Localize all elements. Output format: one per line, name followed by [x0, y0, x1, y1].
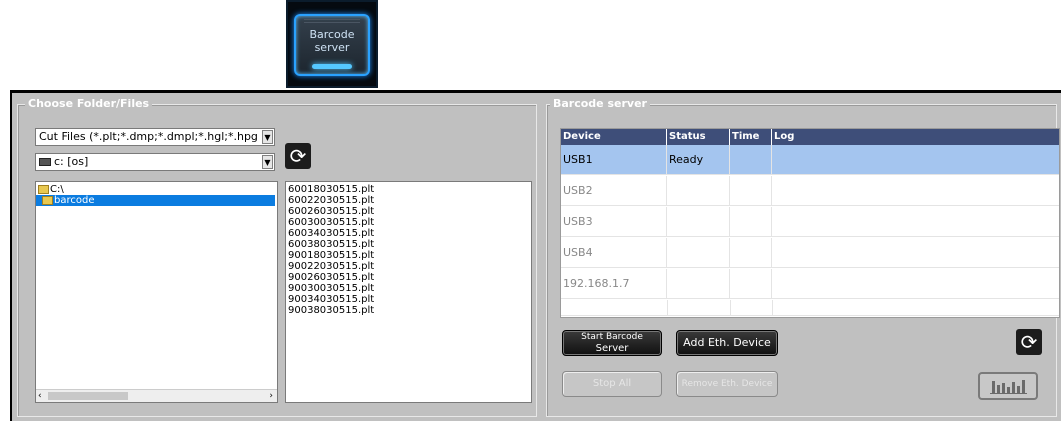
time-cell: [730, 238, 772, 268]
file-item[interactable]: 60018030515.plt: [286, 184, 374, 195]
badge-stripe: [304, 22, 360, 23]
add-eth-device-button[interactable]: Add Eth. Device: [676, 330, 778, 356]
file-item[interactable]: 60022030515.plt: [286, 195, 374, 206]
bar-levels-bar: [997, 385, 1000, 393]
badge-label-line2: server: [314, 41, 350, 54]
file-item[interactable]: 90026030515.plt: [286, 272, 374, 283]
choose-folder-title: Choose Folder/Files: [25, 98, 153, 110]
column-divider: [667, 300, 668, 316]
table-row[interactable]: USB2: [561, 176, 1059, 206]
folder-tree[interactable]: C:\ barcode ‹ ›: [35, 181, 278, 403]
scroll-left-icon[interactable]: ‹: [38, 390, 42, 403]
file-item[interactable]: 60034030515.plt: [286, 228, 374, 239]
stop-all-label: Stop All: [592, 378, 632, 389]
column-divider: [772, 300, 773, 316]
device-cell: USB4: [561, 238, 667, 268]
tree-item-selected[interactable]: barcode: [36, 195, 275, 206]
time-cell: [730, 145, 772, 175]
bar-levels-bar: [1017, 386, 1020, 393]
file-list[interactable]: 60018030515.plt 60022030515.plt 60026030…: [285, 181, 532, 403]
column-header-log[interactable]: Log: [772, 129, 1059, 145]
file-item[interactable]: 90034030515.plt: [286, 294, 374, 305]
badge-label-line1: Barcode: [309, 28, 355, 41]
log-cell: [772, 207, 1059, 237]
column-header-device[interactable]: Device: [561, 129, 667, 145]
drive-value: c: [os]: [54, 155, 89, 168]
tree-item[interactable]: C:\: [36, 184, 275, 195]
device-cell: USB1: [561, 145, 667, 175]
start-button-line2: Server: [595, 343, 629, 354]
barcode-server-icon: Barcode server: [294, 14, 370, 76]
device-cell: USB2: [561, 176, 667, 206]
refresh-icon[interactable]: ⟳: [1016, 329, 1042, 355]
bar-levels-icon: [980, 374, 1036, 398]
status-cell: Ready: [667, 145, 730, 175]
refresh-icon[interactable]: ⟳: [285, 143, 311, 169]
badge-stripe: [304, 19, 360, 20]
table-row[interactable]: USB1 Ready: [561, 145, 1059, 175]
bar-levels-bar: [1022, 380, 1025, 393]
log-cell: [772, 269, 1059, 299]
device-cell: USB3: [561, 207, 667, 237]
barcode-server-badge[interactable]: Barcode server: [286, 0, 378, 88]
drive-icon: [39, 158, 51, 166]
file-item[interactable]: 60026030515.plt: [286, 206, 374, 217]
bar-levels-bar: [1012, 382, 1015, 393]
start-barcode-server-button[interactable]: Start Barcode Server: [562, 330, 662, 356]
status-cell: [667, 207, 730, 237]
remove-eth-device-button[interactable]: Remove Eth. Device: [676, 371, 778, 397]
device-cell: 192.168.1.7: [561, 269, 667, 299]
tree-item-label: barcode: [54, 195, 95, 206]
status-cell: [667, 238, 730, 268]
scroll-right-icon[interactable]: ›: [269, 390, 273, 403]
file-filter-value: Cut Files (*.plt;*.dmp;*.dmpl;*.hgl;*.hp…: [39, 130, 258, 143]
time-cell: [730, 176, 772, 206]
file-item[interactable]: 90038030515.plt: [286, 305, 374, 316]
barcode-server-title: Barcode server: [550, 98, 650, 110]
status-cell: [667, 176, 730, 206]
table-row[interactable]: 192.168.1.7: [561, 269, 1059, 299]
tree-horizontal-scrollbar[interactable]: ‹ ›: [36, 389, 277, 402]
file-item[interactable]: 90030030515.plt: [286, 283, 374, 294]
time-cell: [730, 269, 772, 299]
log-cell: [772, 176, 1059, 206]
table-row-empty: [561, 300, 1059, 316]
folder-open-icon: [38, 184, 49, 194]
file-item[interactable]: 90022030515.plt: [286, 261, 374, 272]
chevron-down-icon[interactable]: ▼: [262, 130, 273, 144]
time-cell: [730, 207, 772, 237]
log-cell: [772, 238, 1059, 268]
bar-levels-bar: [1002, 383, 1005, 393]
status-cell: [667, 269, 730, 299]
badge-glow-bar: [312, 64, 352, 69]
stop-all-button[interactable]: Stop All: [562, 371, 662, 397]
remove-eth-device-label: Remove Eth. Device: [681, 379, 773, 389]
bar-levels-baseline: [990, 393, 1027, 394]
table-row[interactable]: USB3: [561, 207, 1059, 237]
scrollbar-thumb[interactable]: [48, 392, 128, 400]
drive-combo[interactable]: c: [os] ▼: [35, 153, 275, 171]
column-divider: [730, 300, 731, 316]
column-header-time[interactable]: Time: [730, 129, 772, 145]
main-panel: Choose Folder/Files Cut Files (*.plt;*.d…: [10, 90, 1061, 421]
add-eth-device-label: Add Eth. Device: [683, 336, 771, 349]
device-table: Device Status Time Log USB1 Ready USB2 U…: [560, 128, 1060, 318]
column-header-status[interactable]: Status: [667, 129, 730, 145]
folder-open-icon: [42, 195, 53, 205]
tree-item-label: C:\: [50, 184, 64, 195]
file-item[interactable]: 60038030515.plt: [286, 239, 374, 250]
file-item[interactable]: 60030030515.plt: [286, 217, 374, 228]
start-button-line1: Start Barcode: [581, 332, 643, 342]
chevron-down-icon[interactable]: ▼: [262, 155, 273, 169]
file-item[interactable]: 90018030515.plt: [286, 250, 374, 261]
log-cell: [772, 145, 1059, 175]
badge-label: Barcode server: [296, 28, 368, 54]
file-filter-combo[interactable]: Cut Files (*.plt;*.dmp;*.dmpl;*.hgl;*.hp…: [35, 128, 275, 146]
table-row[interactable]: USB4: [561, 238, 1059, 268]
bar-levels-button[interactable]: [978, 372, 1038, 400]
bar-levels-bar: [992, 381, 995, 393]
